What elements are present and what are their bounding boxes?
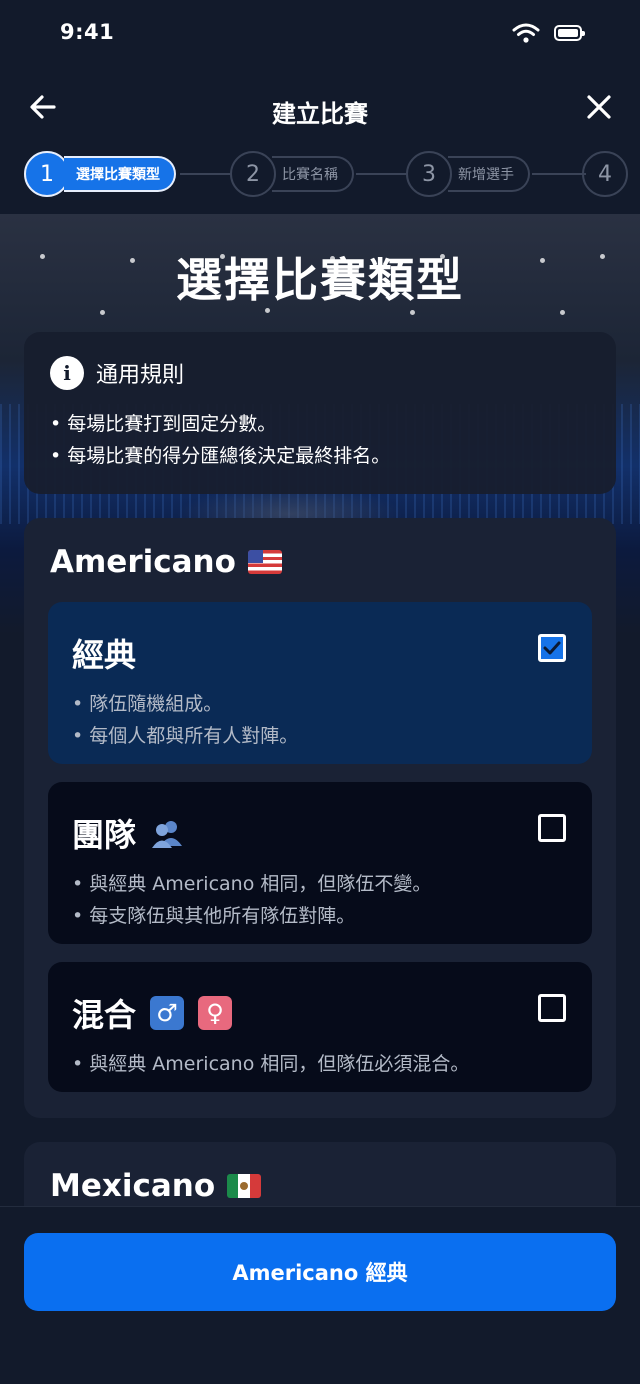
rules-header: i 通用規則 [50,356,590,390]
mexico-flag-icon [227,1174,262,1198]
rules-card: i 通用規則 每場比賽打到固定分數。 每場比賽的得分匯總後決定最終排名。 [24,332,616,494]
option-title: 經典 [72,630,568,676]
team-silhouette-icon [152,821,183,848]
step-4[interactable]: 4 [582,151,628,197]
americano-group: Americano 經典 隊伍隨機組成。 每個人都與所有人對陣。 團隊 [24,518,616,1118]
option-title: 團隊 [72,810,568,856]
male-sign-icon: ♂ [150,996,185,1030]
option-title: 混合 ♂ ♀ [72,990,568,1036]
step-3[interactable]: 3 新增選手 [406,151,530,197]
step-number: 4 [582,151,628,197]
option-mixed[interactable]: 混合 ♂ ♀ 與經典 Americano 相同，但隊伍必須混合。 [48,962,592,1092]
step-1[interactable]: 1 選擇比賽類型 [24,151,176,197]
female-sign-icon: ♀ [198,996,233,1030]
option-desc-item: 與經典 Americano 相同，但隊伍不變。 [72,868,568,900]
step-number: 3 [406,151,452,197]
close-icon[interactable] [582,90,616,124]
continue-button[interactable]: Americano 經典 [24,1233,616,1311]
option-description: 與經典 Americano 相同，但隊伍不變。 每支隊伍與其他所有隊伍對陣。 [72,868,568,932]
nav-title: 建立比賽 [272,100,368,128]
option-desc-item: 與經典 Americano 相同，但隊伍必須混合。 [72,1048,568,1080]
group-title: Mexicano [50,1168,262,1204]
step-connector [356,173,408,175]
stepper: 1 選擇比賽類型 2 比賽名稱 3 新增選手 4 [0,148,640,200]
option-description: 隊伍隨機組成。 每個人都與所有人對陣。 [72,688,568,752]
status-bar: 9:41 [0,0,640,70]
option-classic[interactable]: 經典 隊伍隨機組成。 每個人都與所有人對陣。 [48,602,592,764]
mexicano-group: Mexicano [24,1142,616,1206]
step-label: 選擇比賽類型 [64,156,176,192]
option-team[interactable]: 團隊 與經典 Americano 相同，但隊伍不變。 每支隊伍與其他所有隊伍對陣… [48,782,592,944]
option-desc-item: 每個人都與所有人對陣。 [72,720,568,752]
step-label: 新增選手 [448,156,530,192]
checkmark-icon [543,641,561,655]
rules-item: 每場比賽的得分匯總後決定最終排名。 [50,440,590,472]
wifi-icon [512,23,540,43]
option-title-text: 團隊 [72,816,137,854]
option-desc-item: 隊伍隨機組成。 [72,688,568,720]
option-title-text: 混合 [72,996,137,1034]
rules-item: 每場比賽打到固定分數。 [50,408,590,440]
bottom-bar: Americano 經典 [0,1206,640,1384]
option-title-text: 經典 [72,636,137,674]
battery-icon [554,25,585,41]
rules-title: 通用規則 [96,363,185,388]
scroll-content[interactable]: 選擇比賽類型 i 通用規則 每場比賽打到固定分數。 每場比賽的得分匯總後決定最終… [0,214,640,1206]
info-icon: i [50,356,84,390]
step-2[interactable]: 2 比賽名稱 [230,151,354,197]
group-title-text: Mexicano [50,1168,216,1204]
group-title-text: Americano [50,544,236,580]
us-flag-icon [247,550,282,574]
rules-list: 每場比賽打到固定分數。 每場比賽的得分匯總後決定最終排名。 [50,408,590,472]
group-title: Americano [50,544,282,580]
step-connector [532,173,586,175]
status-time: 9:41 [60,20,115,44]
status-icons [512,22,585,44]
option-desc-item: 每支隊伍與其他所有隊伍對陣。 [72,900,568,932]
step-label: 比賽名稱 [272,156,354,192]
nav-bar: 建立比賽 [0,70,640,150]
checkbox[interactable] [538,994,566,1022]
step-number: 2 [230,151,276,197]
step-connector [180,173,232,175]
checkbox-checked[interactable] [538,634,566,662]
page-title: 選擇比賽類型 [176,253,464,307]
checkbox[interactable] [538,814,566,842]
option-description: 與經典 Americano 相同，但隊伍必須混合。 [72,1048,568,1080]
